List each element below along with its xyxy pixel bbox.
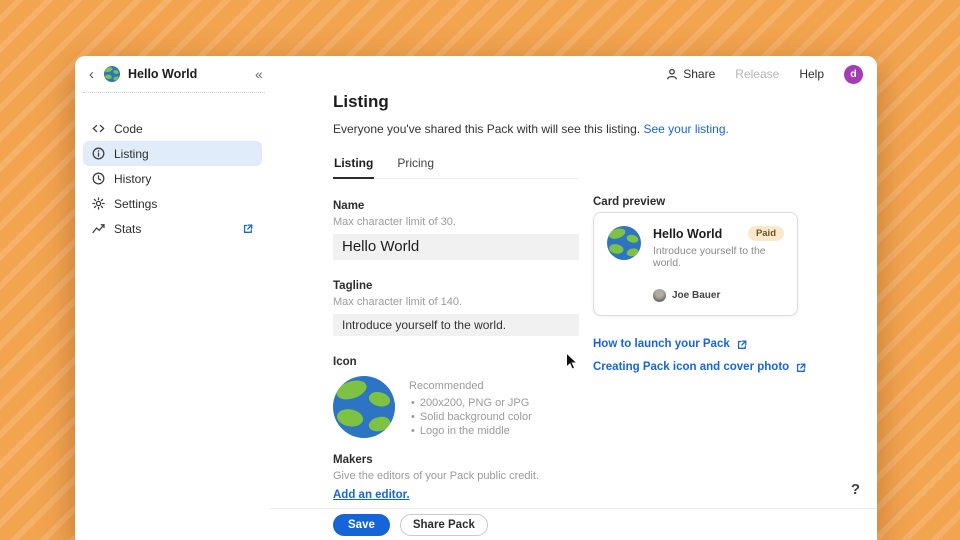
external-link-icon bbox=[737, 339, 747, 349]
external-link-icon bbox=[797, 362, 806, 372]
link-label: How to launch your Pack bbox=[593, 338, 730, 350]
recommended-list: 200x200, PNG or JPG Solid background col… bbox=[409, 396, 532, 438]
author-name: Joe Bauer bbox=[672, 290, 721, 301]
makers-hint: Give the editors of your Pack public cre… bbox=[333, 470, 540, 482]
share-pack-button[interactable]: Share Pack bbox=[399, 513, 488, 536]
page-description: Everyone you've shared this Pack with wi… bbox=[333, 122, 877, 136]
external-link-icon bbox=[243, 224, 253, 233]
link-label: Creating Pack icon and cover photo bbox=[593, 361, 790, 373]
tab-pricing[interactable]: Pricing bbox=[396, 152, 435, 178]
release-button[interactable]: Release bbox=[735, 67, 779, 81]
gear-icon bbox=[92, 197, 105, 210]
makers-label: Makers bbox=[333, 454, 373, 466]
launch-pack-link[interactable]: How to launch your Pack bbox=[593, 338, 823, 350]
sidebar: Code Listing History Settings Stats bbox=[75, 92, 270, 540]
save-button[interactable]: Save bbox=[333, 513, 390, 536]
user-avatar[interactable]: d bbox=[844, 64, 863, 84]
author-avatar bbox=[653, 289, 666, 302]
clock-icon bbox=[92, 172, 105, 185]
card-title: Hello World bbox=[653, 226, 723, 241]
sidebar-item-history[interactable]: History bbox=[83, 166, 262, 191]
sidebar-item-label: Stats bbox=[114, 221, 142, 236]
pack-title: Hello World bbox=[128, 67, 198, 81]
tagline-input[interactable]: Introduce yourself to the world. bbox=[333, 314, 579, 336]
description-text: Everyone you've shared this Pack with wi… bbox=[333, 122, 641, 136]
sidebar-item-label: History bbox=[114, 171, 152, 186]
help-links: How to launch your Pack Creating Pack ic… bbox=[593, 338, 823, 373]
card-preview-column: Card preview Hello World Paid Introduce … bbox=[593, 196, 823, 384]
sidebar-item-listing[interactable]: Listing bbox=[83, 141, 262, 166]
tab-listing[interactable]: Listing bbox=[333, 152, 375, 179]
share-button[interactable]: Share bbox=[666, 67, 715, 81]
paid-badge: Paid bbox=[747, 226, 784, 241]
icon-cover-photo-link[interactable]: Creating Pack icon and cover photo bbox=[593, 361, 823, 373]
collapse-sidebar-icon[interactable]: « bbox=[255, 66, 263, 82]
help-widget[interactable]: ? bbox=[851, 481, 860, 498]
sidebar-item-label: Code bbox=[114, 121, 143, 136]
see-your-listing-link[interactable]: See your listing. bbox=[643, 122, 728, 136]
recommended-item: 200x200, PNG or JPG bbox=[409, 396, 532, 410]
add-editor-link[interactable]: Add an editor. bbox=[333, 489, 410, 501]
person-icon bbox=[667, 68, 678, 80]
trend-icon bbox=[92, 224, 105, 234]
sidebar-item-code[interactable]: Code bbox=[83, 116, 262, 141]
help-button[interactable]: Help bbox=[799, 67, 824, 81]
share-label: Share bbox=[683, 67, 716, 81]
app-window: ‹ Hello World « Share Release Help d Cod… bbox=[75, 56, 877, 540]
info-icon bbox=[92, 147, 105, 160]
card-preview: Hello World Paid Introduce yourself to t… bbox=[593, 212, 798, 316]
recommended-item: Logo in the middle bbox=[409, 424, 532, 438]
recommended-title: Recommended bbox=[409, 380, 484, 392]
pack-globe-icon bbox=[104, 66, 120, 82]
sidebar-item-settings[interactable]: Settings bbox=[83, 191, 262, 216]
code-icon bbox=[92, 124, 105, 133]
back-chevron-icon[interactable]: ‹ bbox=[87, 67, 96, 82]
desktop-background: ‹ Hello World « Share Release Help d Cod… bbox=[0, 0, 960, 540]
titlebar: ‹ Hello World « Share Release Help d bbox=[75, 56, 877, 92]
sidebar-item-stats[interactable]: Stats bbox=[83, 216, 262, 241]
card-tagline: Introduce yourself to the world. bbox=[653, 245, 766, 269]
pack-icon-globe[interactable] bbox=[333, 376, 395, 438]
sidebar-item-label: Listing bbox=[114, 146, 149, 161]
sidebar-item-label: Settings bbox=[114, 196, 158, 211]
main-panel: Listing Everyone you've shared this Pack… bbox=[270, 92, 877, 540]
page-title: Listing bbox=[333, 92, 389, 111]
tab-bar: Listing Pricing bbox=[333, 152, 579, 179]
icon-section: Recommended 200x200, PNG or JPG Solid ba… bbox=[333, 376, 877, 438]
name-input[interactable]: Hello World bbox=[333, 234, 579, 260]
footer-bar: Save Share Pack bbox=[270, 508, 877, 540]
recommended-item: Solid background color bbox=[409, 410, 532, 424]
card-globe-icon bbox=[607, 226, 641, 260]
card-preview-label: Card preview bbox=[593, 196, 666, 208]
